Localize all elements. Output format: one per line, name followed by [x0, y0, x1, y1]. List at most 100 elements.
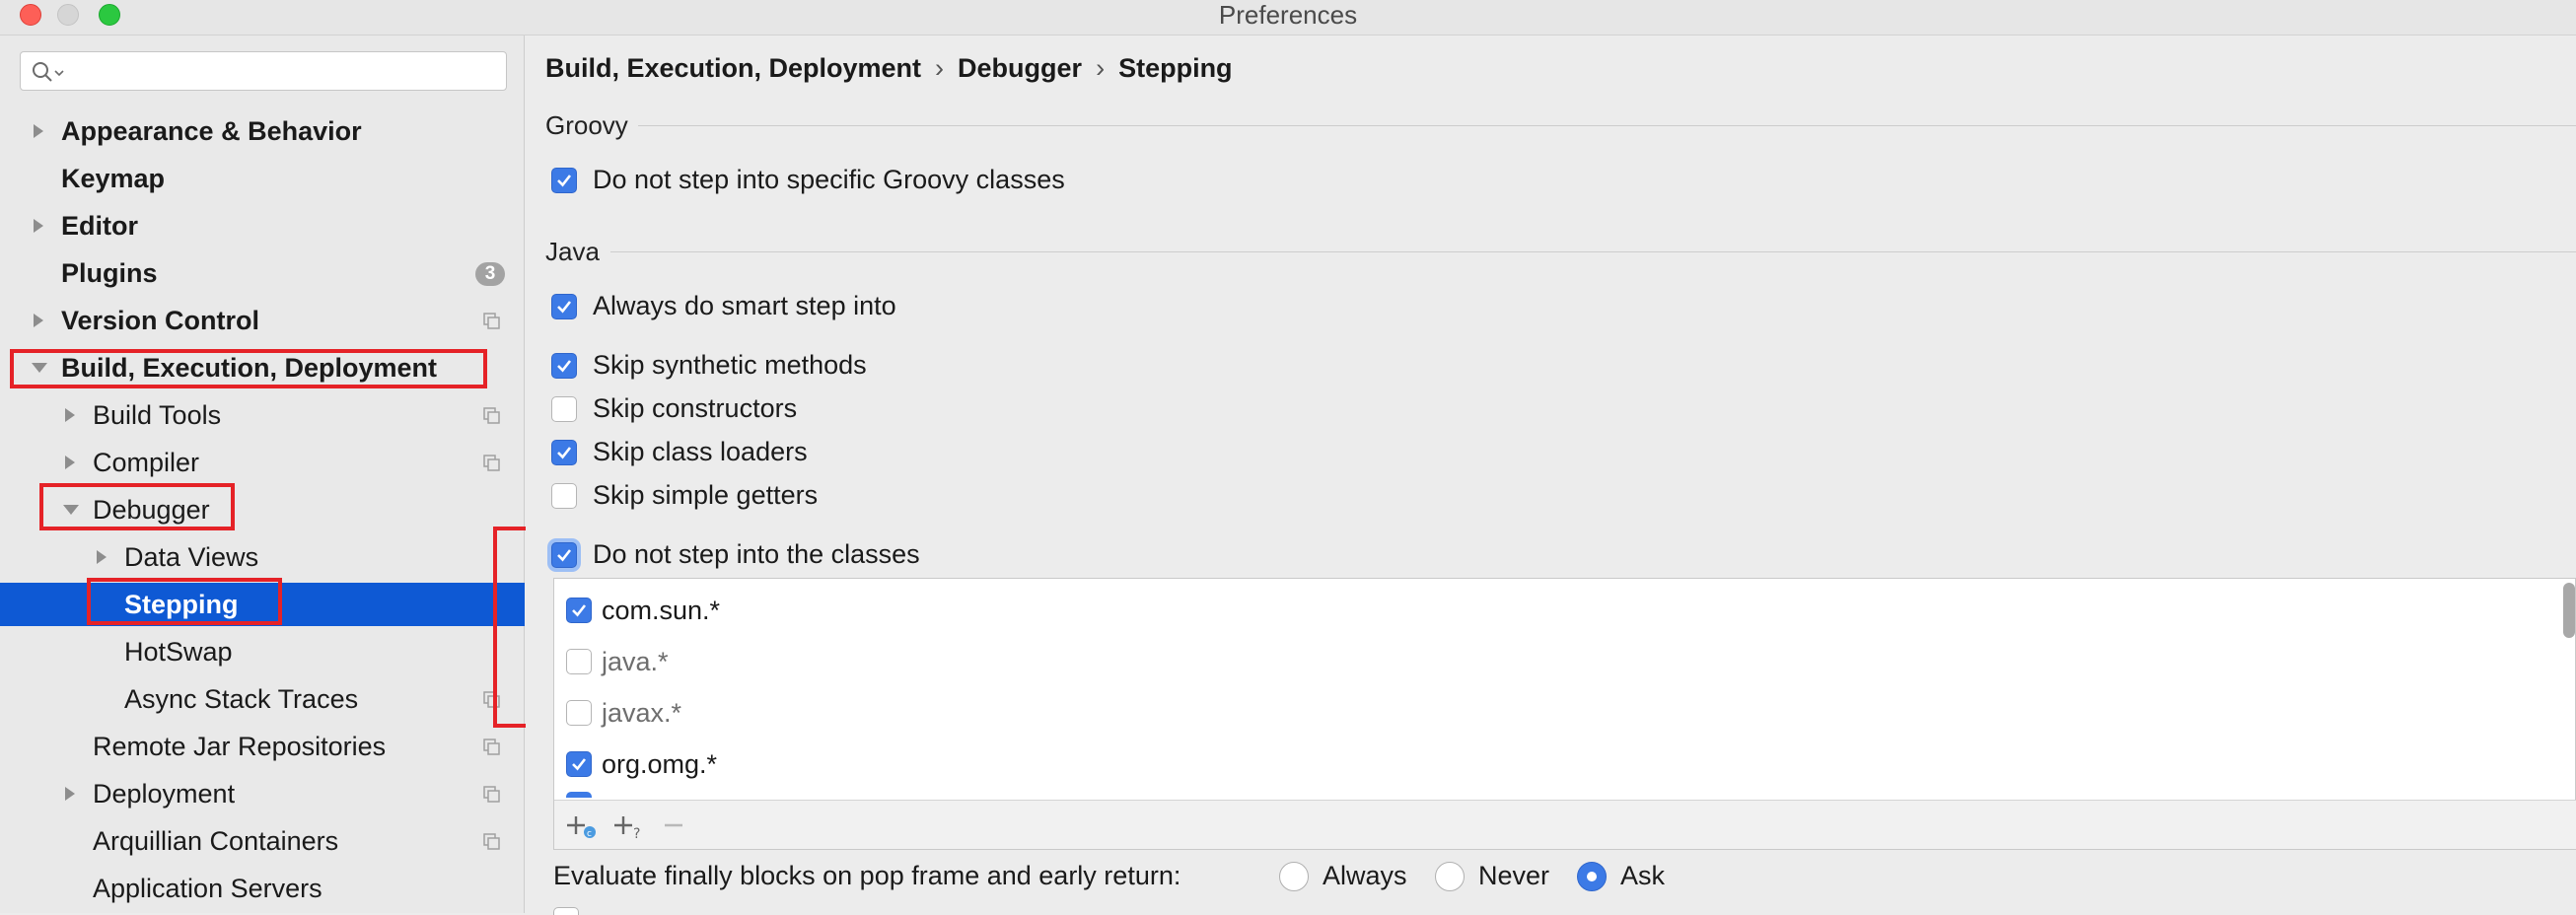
sidebar-item-label: HotSwap — [124, 637, 233, 667]
expand-arrow-icon[interactable] — [91, 535, 114, 579]
checkbox-unchecked[interactable] — [551, 396, 577, 422]
sidebar-item-label: Remote Jar Repositories — [93, 732, 387, 761]
class-pattern: java.* — [602, 647, 669, 676]
group-title-java: Java — [545, 237, 600, 266]
checkbox-unchecked[interactable] — [566, 700, 592, 726]
sidebar-item-hotswap[interactable]: HotSwap — [0, 630, 525, 673]
collapse-arrow-icon[interactable] — [28, 346, 51, 389]
project-settings-icon — [483, 691, 500, 708]
list-item[interactable]: java.* — [554, 636, 2556, 687]
sidebar-item-label: Build Tools — [93, 400, 222, 430]
breadcrumb-part[interactable]: Build, Execution, Deployment — [545, 53, 921, 83]
svg-text:?: ? — [633, 826, 640, 840]
sidebar-item-debugger[interactable]: Debugger — [0, 488, 525, 531]
group-title-groovy: Groovy — [545, 110, 628, 140]
remove-icon[interactable] — [659, 810, 694, 840]
partial-checkbox — [553, 907, 579, 915]
project-settings-icon — [483, 407, 500, 424]
breadcrumb-part[interactable]: Debugger — [958, 53, 1082, 83]
list-item[interactable]: org.omg.* — [554, 739, 2556, 790]
sidebar-item-deployment[interactable]: Deployment — [0, 772, 525, 815]
expand-arrow-icon[interactable] — [28, 204, 51, 247]
radio-ask[interactable] — [1577, 862, 1607, 891]
sidebar-item-label: Application Servers — [93, 874, 322, 903]
sidebar-item-compiler[interactable]: Compiler — [0, 441, 525, 484]
class-pattern: org.omg.* — [602, 749, 718, 779]
sidebar-item-build-tools[interactable]: Build Tools — [0, 393, 525, 437]
breadcrumb-separator: › — [1096, 53, 1106, 83]
finally-blocks-label: Evaluate finally blocks on pop frame and… — [553, 861, 1181, 890]
settings-content: Build, Execution, Deployment › Debugger › St… — [526, 35, 2576, 915]
expand-arrow-icon[interactable] — [59, 393, 83, 437]
option-label: Do not step into specific Groovy classes — [593, 165, 1065, 194]
option-label: Skip class loaders — [593, 437, 808, 466]
expand-arrow-icon[interactable] — [59, 441, 83, 484]
breadcrumb-separator: › — [935, 53, 945, 83]
plugins-update-badge: 3 — [475, 262, 505, 286]
checkbox-checked[interactable] — [551, 168, 577, 193]
sidebar-item-label: Debugger — [93, 495, 210, 525]
project-settings-icon — [483, 786, 500, 803]
breadcrumb-current: Stepping — [1118, 53, 1233, 83]
sidebar-item-label: Async Stack Traces — [124, 684, 359, 714]
search-icon — [33, 62, 64, 82]
list-item[interactable]: com.sun.* — [554, 585, 2556, 636]
checkbox-unchecked[interactable] — [566, 649, 592, 674]
sidebar-item-stepping[interactable]: Stepping — [0, 583, 525, 626]
checkbox-checked[interactable] — [551, 294, 577, 319]
option-label: Skip constructors — [593, 393, 798, 423]
sidebar-item-version-control[interactable]: Version Control — [0, 299, 525, 342]
sidebar-item-keymap[interactable]: Keymap — [0, 157, 525, 200]
add-pattern-icon[interactable]: ? — [611, 810, 647, 840]
checkbox-checked[interactable] — [551, 440, 577, 465]
sidebar-item-remote-jar-repositories[interactable]: Remote Jar Repositories — [0, 725, 525, 768]
sidebar-item-label: Data Views — [124, 542, 259, 572]
project-settings-icon — [483, 833, 500, 850]
option-label: Skip synthetic methods — [593, 350, 867, 380]
sidebar-item-label: Editor — [61, 211, 138, 241]
sidebar-item-appearance-behavior[interactable]: Appearance & Behavior — [0, 109, 525, 153]
sidebar-item-label: Arquillian Containers — [93, 826, 339, 856]
sidebar-item-application-servers[interactable]: Application Servers — [0, 867, 525, 910]
sidebar-item-arquillian-containers[interactable]: Arquillian Containers — [0, 819, 525, 863]
expand-arrow-icon[interactable] — [28, 299, 51, 342]
sidebar-item-build-execution-deployment[interactable]: Build, Execution, Deployment — [0, 346, 525, 389]
class-pattern: javax.* — [602, 698, 682, 728]
settings-sidebar: Appearance & Behavior Keymap Editor Plug… — [0, 35, 525, 913]
list-scrollbar[interactable] — [2563, 583, 2575, 638]
add-class-icon[interactable]: c — [564, 810, 600, 840]
sidebar-item-label: Deployment — [93, 779, 236, 809]
class-filter-list[interactable]: com.sun.* java.* javax.* org.omg.* c ? — [553, 578, 2576, 850]
sidebar-item-label: Plugins — [61, 258, 158, 288]
class-pattern: com.sun.* — [602, 596, 721, 625]
search-input[interactable] — [20, 51, 507, 91]
checkbox-checked[interactable] — [551, 542, 577, 568]
radio-never[interactable] — [1435, 862, 1465, 891]
project-settings-icon — [483, 739, 500, 755]
list-item[interactable]: javax.* — [554, 687, 2556, 739]
radio-always[interactable] — [1279, 862, 1309, 891]
radio-label: Ask — [1620, 861, 1666, 890]
checkbox-unchecked[interactable] — [551, 483, 577, 509]
option-label: Skip simple getters — [593, 480, 819, 510]
breadcrumb: Build, Execution, Deployment › Debugger › St… — [545, 53, 1233, 84]
collapse-arrow-icon[interactable] — [59, 488, 83, 531]
expand-arrow-icon[interactable] — [59, 772, 83, 815]
sidebar-item-editor[interactable]: Editor — [0, 204, 525, 247]
checkbox-checked[interactable] — [566, 598, 592, 623]
sidebar-item-data-views[interactable]: Data Views — [0, 535, 525, 579]
checkbox-checked[interactable] — [566, 751, 592, 777]
expand-arrow-icon[interactable] — [28, 109, 51, 153]
radio-label: Always — [1323, 861, 1407, 890]
sidebar-item-plugins[interactable]: Plugins 3 — [0, 251, 525, 295]
checkbox-checked[interactable] — [551, 353, 577, 379]
partial-list-item — [566, 792, 592, 798]
sidebar-item-async-stack-traces[interactable]: Async Stack Traces — [0, 677, 525, 721]
sidebar-item-label: Stepping — [124, 590, 239, 619]
sidebar-item-label: Appearance & Behavior — [61, 116, 362, 146]
project-settings-icon — [483, 313, 500, 329]
sidebar-item-label: Compiler — [93, 448, 200, 477]
sidebar-item-label: Build, Execution, Deployment — [61, 353, 438, 383]
title-bar: Preferences — [0, 0, 2576, 35]
radio-label: Never — [1478, 861, 1550, 890]
